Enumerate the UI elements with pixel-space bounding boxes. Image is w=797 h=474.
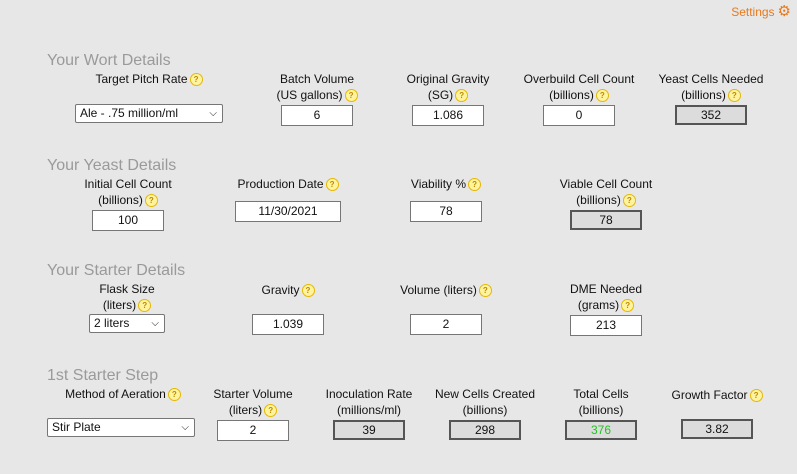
starter-volume-unit: (liters) xyxy=(228,403,263,417)
growth-factor-output: 3.82 xyxy=(681,419,753,439)
starter-gravity-label: Gravity xyxy=(261,283,300,297)
help-icon[interactable]: ? xyxy=(622,194,636,208)
chevron-down-icon: ⌵ xyxy=(209,108,217,119)
chevron-down-icon: ⌵ xyxy=(151,318,159,329)
initial-cell-count-input[interactable]: 100 xyxy=(92,210,164,231)
pitch-rate-field: Target Pitch Rate? xyxy=(75,71,223,87)
production-date-input[interactable]: 11/30/2021 xyxy=(235,201,341,222)
batch-volume-field: Batch Volume (US gallons)? 6 xyxy=(262,71,372,126)
viable-cell-count-output: 78 xyxy=(570,210,642,230)
help-icon[interactable]: ? xyxy=(325,178,339,192)
aeration-field: Method of Aeration? xyxy=(50,386,196,402)
flask-size-label: Flask Size xyxy=(99,282,155,296)
starter-volume-label: Starter Volume xyxy=(213,387,293,401)
overbuild-label: Overbuild Cell Count xyxy=(523,72,635,86)
batch-volume-unit: (US gallons) xyxy=(276,88,343,102)
viable-cell-count-label: Viable Cell Count xyxy=(559,177,653,191)
viable-cell-count-field: Viable Cell Count (billions)? 78 xyxy=(548,176,664,230)
overbuild-field: Overbuild Cell Count (billions)? 0 xyxy=(516,71,642,126)
flask-size-field: Flask Size (liters)? xyxy=(78,281,176,313)
help-icon[interactable]: ? xyxy=(455,89,469,103)
help-icon[interactable]: ? xyxy=(264,404,278,418)
total-cells-field: Total Cells (billions) 376 xyxy=(556,386,646,440)
help-icon[interactable]: ? xyxy=(621,299,635,313)
dme-needed-field: DME Needed (grams)? 213 xyxy=(556,281,656,336)
initial-cell-count-field: Initial Cell Count (billions)? 100 xyxy=(70,176,186,231)
inoculation-rate-unit: (millions/ml) xyxy=(337,403,401,417)
growth-factor-field: Growth Factor? 3.82 xyxy=(664,386,770,439)
help-icon[interactable]: ? xyxy=(344,89,358,103)
cells-needed-output: 352 xyxy=(675,105,747,125)
total-cells-output: 376 xyxy=(565,420,637,440)
gear-icon[interactable]: ⚙ xyxy=(778,4,791,19)
overbuild-input[interactable]: 0 xyxy=(543,105,615,126)
step1-section-title: 1st Starter Step xyxy=(47,367,159,384)
viability-field: Viability %? 78 xyxy=(396,176,496,222)
initial-cell-count-unit: (billions) xyxy=(98,193,143,207)
starter-volume-input[interactable]: 2 xyxy=(217,420,289,441)
pitch-rate-label: Target Pitch Rate xyxy=(95,72,188,86)
cells-needed-label: Yeast Cells Needed xyxy=(658,72,764,86)
chevron-down-icon: ⌵ xyxy=(181,422,189,433)
pitch-rate-select[interactable]: Ale - .75 million/ml ⌵ xyxy=(75,104,223,123)
total-cells-label: Total Cells xyxy=(573,387,629,401)
help-icon[interactable]: ? xyxy=(189,73,203,87)
original-gravity-unit: (SG) xyxy=(427,88,454,102)
dme-needed-unit: (grams) xyxy=(577,298,620,312)
help-icon[interactable]: ? xyxy=(595,89,609,103)
settings-label[interactable]: Settings xyxy=(731,5,774,19)
new-cells-field: New Cells Created (billions) 298 xyxy=(430,386,540,440)
aeration-select[interactable]: Stir Plate ⌵ xyxy=(47,418,195,437)
batch-volume-input[interactable]: 6 xyxy=(281,105,353,126)
total-cells-unit: (billions) xyxy=(578,403,624,417)
aeration-selected: Stir Plate xyxy=(52,420,101,434)
help-icon[interactable]: ? xyxy=(144,194,158,208)
cells-needed-unit: (billions) xyxy=(681,88,726,102)
viability-input[interactable]: 78 xyxy=(410,201,482,222)
aeration-label: Method of Aeration xyxy=(65,387,166,401)
help-icon[interactable]: ? xyxy=(167,388,181,402)
starter-volume-liters-input[interactable]: 2 xyxy=(410,314,482,335)
wort-section-title: Your Wort Details xyxy=(47,52,171,69)
inoculation-rate-output: 39 xyxy=(333,420,405,440)
starter-volume-liters-label: Volume (liters) xyxy=(400,283,477,297)
settings-link[interactable]: Settings ⚙ xyxy=(731,4,791,19)
help-icon[interactable]: ? xyxy=(727,89,741,103)
overbuild-unit: (billions) xyxy=(549,88,594,102)
dme-needed-label: DME Needed xyxy=(569,282,643,296)
new-cells-output: 298 xyxy=(449,420,521,440)
starter-volume-liters-field: Volume (liters)? 2 xyxy=(385,281,507,335)
help-icon[interactable]: ? xyxy=(301,284,315,298)
batch-volume-label: Batch Volume xyxy=(279,72,355,86)
help-icon[interactable]: ? xyxy=(138,299,152,313)
growth-factor-label: Growth Factor xyxy=(671,388,748,402)
dme-needed-output: 213 xyxy=(570,315,642,336)
original-gravity-input[interactable]: 1.086 xyxy=(412,105,484,126)
help-icon[interactable]: ? xyxy=(468,178,482,192)
starter-section-title: Your Starter Details xyxy=(47,262,186,279)
starter-volume-field: Starter Volume (liters)? 2 xyxy=(204,386,302,441)
viable-cell-count-unit: (billions) xyxy=(576,193,621,207)
initial-cell-count-label: Initial Cell Count xyxy=(84,177,172,191)
viability-label: Viability % xyxy=(410,177,467,191)
flask-size-selected: 2 liters xyxy=(94,316,130,330)
yeast-section-title: Your Yeast Details xyxy=(47,157,177,174)
pitch-rate-selected: Ale - .75 million/ml xyxy=(80,106,179,120)
starter-gravity-input[interactable]: 1.039 xyxy=(252,314,324,335)
cells-needed-field: Yeast Cells Needed (billions)? 352 xyxy=(652,71,770,125)
production-date-field: Production Date? 11/30/2021 xyxy=(223,176,353,222)
production-date-label: Production Date xyxy=(237,177,324,191)
flask-size-unit: (liters) xyxy=(102,298,137,312)
inoculation-rate-field: Inoculation Rate (millions/ml) 39 xyxy=(318,386,420,440)
new-cells-unit: (billions) xyxy=(462,403,508,417)
original-gravity-field: Original Gravity (SG)? 1.086 xyxy=(396,71,500,126)
flask-size-select[interactable]: 2 liters ⌵ xyxy=(89,314,165,333)
inoculation-rate-label: Inoculation Rate xyxy=(325,387,413,401)
help-icon[interactable]: ? xyxy=(478,284,492,298)
help-icon[interactable]: ? xyxy=(749,389,763,403)
new-cells-label: New Cells Created xyxy=(434,387,536,401)
starter-gravity-field: Gravity? 1.039 xyxy=(240,281,336,335)
original-gravity-label: Original Gravity xyxy=(406,72,490,86)
